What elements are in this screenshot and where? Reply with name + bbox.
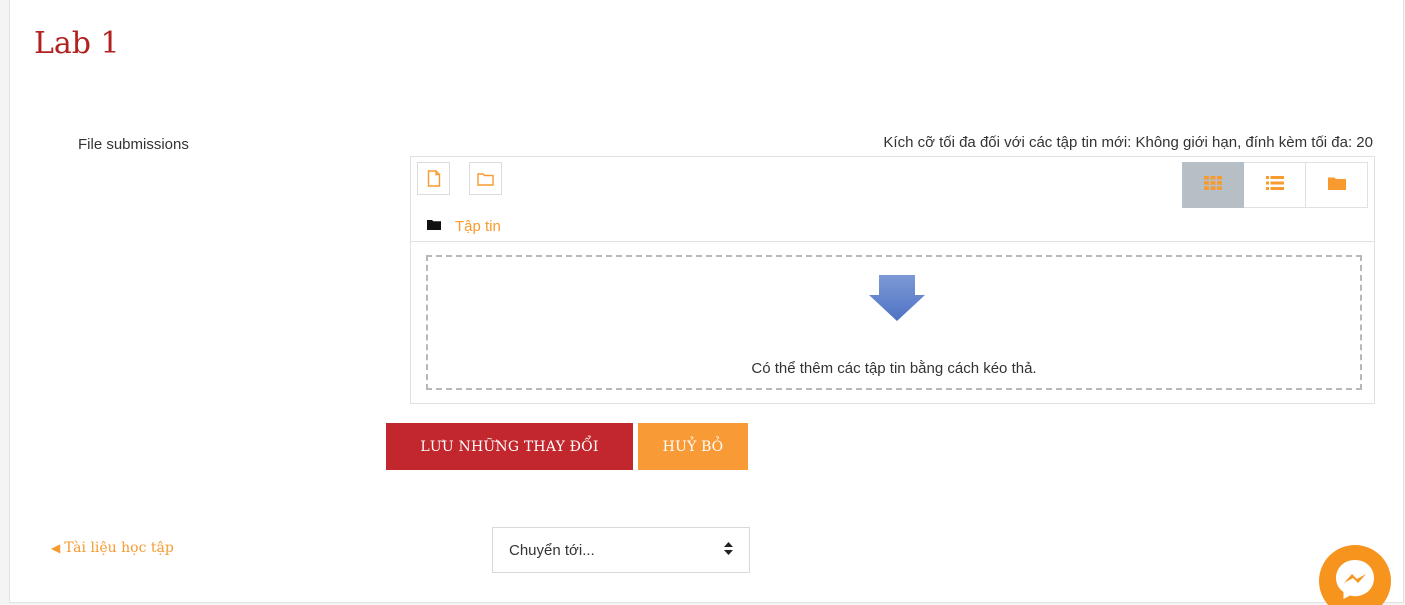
file-submissions-label: File submissions — [78, 136, 189, 153]
grid-icon — [1204, 175, 1222, 195]
icons-view-button[interactable] — [1182, 162, 1244, 208]
file-manager: Tập tin Có thể thêm các tập tin bằng các… — [410, 156, 1375, 404]
arrow-down-icon — [869, 275, 925, 326]
divider — [411, 241, 1374, 242]
file-icon — [427, 170, 441, 187]
file-dropzone[interactable]: Có thể thêm các tập tin bằng cách kéo th… — [426, 255, 1362, 390]
create-folder-button[interactable] — [469, 162, 502, 195]
dropzone-text: Có thể thêm các tập tin bằng cách kéo th… — [751, 360, 1037, 377]
previous-activity-link[interactable]: ◀ Tài liệu học tập — [51, 540, 174, 556]
main-card: Lab 1 File submissions Kích cỡ tối đa đố… — [9, 0, 1404, 605]
breadcrumb: Tập tin — [427, 217, 501, 235]
folder-icon — [1327, 176, 1346, 195]
tree-view-button[interactable] — [1306, 162, 1368, 208]
triangle-left-icon: ◀ — [51, 541, 61, 555]
jump-to-select[interactable]: Chuyển tới... — [492, 527, 750, 573]
breadcrumb-root-link[interactable]: Tập tin — [455, 218, 501, 235]
add-file-button[interactable] — [417, 162, 450, 195]
page-title: Lab 1 — [34, 26, 120, 61]
list-icon — [1265, 175, 1284, 195]
view-switcher — [1182, 162, 1368, 208]
jump-to-value: Chuyển tới... — [509, 541, 595, 559]
upload-limit-note: Kích cỡ tối đa đối với các tập tin mới: … — [883, 134, 1373, 151]
folder-icon — [427, 217, 441, 235]
cancel-button[interactable]: HUỶ BỎ — [638, 423, 748, 470]
previous-activity-label: Tài liệu học tập — [64, 540, 174, 556]
save-changes-button[interactable]: LƯU NHỮNG THAY ĐỔI — [386, 423, 633, 470]
list-view-button[interactable] — [1244, 162, 1306, 208]
folder-outline-icon — [477, 172, 494, 186]
messenger-chat-button[interactable] — [1319, 545, 1391, 605]
messenger-icon — [1333, 557, 1377, 605]
sort-caret-icon — [724, 542, 733, 558]
